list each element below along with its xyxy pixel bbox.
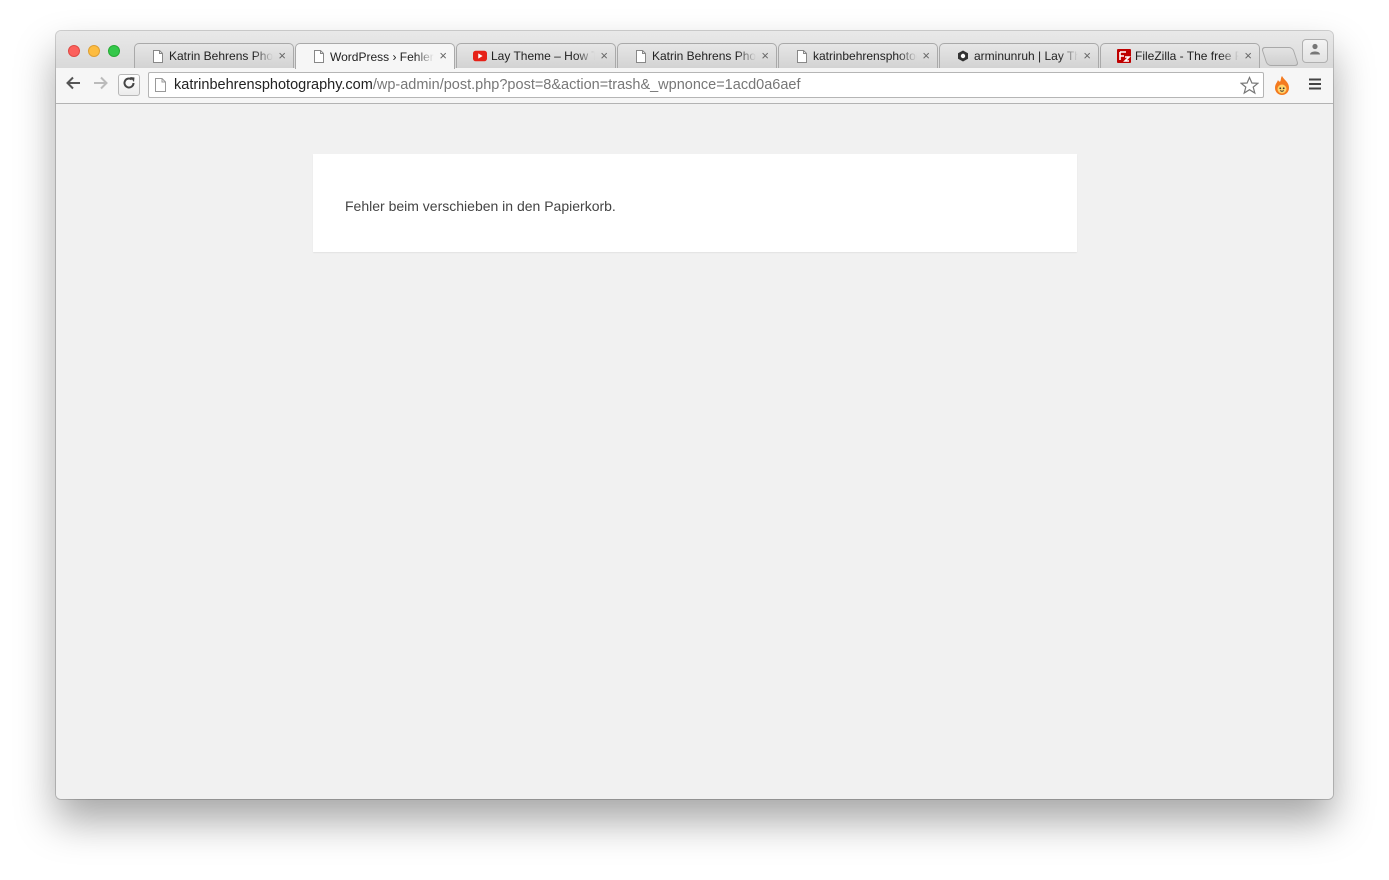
error-message: Fehler beim verschieben in den Papierkor… (345, 198, 616, 214)
tab-katrinbehrensphotography[interactable]: katrinbehrensphotog × (778, 43, 938, 68)
tab-close-icon[interactable]: × (278, 48, 286, 63)
tab-close-icon[interactable]: × (600, 48, 608, 63)
address-bar[interactable]: katrinbehrensphotography.com/wp-admin/po… (148, 72, 1264, 98)
page-info-icon[interactable] (155, 78, 166, 92)
tab-title: WordPress › Fehler (330, 49, 434, 64)
reload-button[interactable] (118, 74, 140, 96)
github-icon (956, 49, 970, 63)
person-icon (1309, 42, 1321, 60)
tab-title: arminunruh | Lay The (974, 49, 1078, 63)
youtube-icon (473, 49, 487, 63)
new-tab-button[interactable] (1260, 47, 1300, 66)
arrow-left-icon (65, 76, 81, 95)
browser-toolbar: katrinbehrensphotography.com/wp-admin/po… (56, 68, 1333, 104)
tab-arminunruh-github[interactable]: arminunruh | Lay The × (939, 43, 1099, 68)
tab-title: Lay Theme – How To (491, 49, 595, 63)
window-maximize-button[interactable] (108, 45, 120, 57)
tab-close-icon[interactable]: × (761, 48, 769, 63)
tab-close-icon[interactable]: × (1083, 48, 1091, 63)
tab-close-icon[interactable]: × (439, 48, 447, 63)
tab-katrin-behrens-1[interactable]: Katrin Behrens Photo × (134, 43, 294, 68)
tab-title: FileZilla - The free FT (1135, 49, 1239, 63)
back-button[interactable] (62, 74, 84, 96)
profile-button[interactable] (1302, 39, 1328, 63)
page-icon (151, 49, 165, 63)
reload-icon (122, 76, 136, 95)
tab-title: katrinbehrensphotog (813, 49, 917, 63)
window-minimize-button[interactable] (88, 45, 100, 57)
tab-katrin-behrens-2[interactable]: Katrin Behrens Photo × (617, 43, 777, 68)
page-icon (634, 49, 648, 63)
forward-button[interactable] (90, 74, 112, 96)
url-path: /wp-admin/post.php?post=8&action=trash&_… (372, 77, 801, 93)
hamburger-menu-icon[interactable] (1308, 77, 1322, 96)
window-close-button[interactable] (68, 45, 80, 57)
tab-close-icon[interactable]: × (1244, 48, 1252, 63)
tab-lay-theme-youtube[interactable]: Lay Theme – How To × (456, 43, 616, 68)
page-icon (795, 49, 809, 63)
extension-flame-icon[interactable] (1272, 75, 1292, 101)
tab-filezilla[interactable]: FileZilla - The free FT × (1100, 43, 1260, 68)
error-box: Fehler beim verschieben in den Papierkor… (313, 154, 1077, 252)
tab-close-icon[interactable]: × (922, 48, 930, 63)
tab-title: Katrin Behrens Photo (652, 49, 756, 63)
page-content: Fehler beim verschieben in den Papierkor… (56, 104, 1333, 799)
browser-window: Katrin Behrens Photo × WordPress › Fehle… (56, 31, 1333, 799)
url-host: katrinbehrensphotography.com (174, 77, 373, 93)
arrow-right-icon (93, 76, 109, 95)
tab-title: Katrin Behrens Photo (169, 49, 273, 63)
tab-strip: Katrin Behrens Photo × WordPress › Fehle… (56, 31, 1333, 69)
filezilla-icon (1117, 49, 1131, 63)
tab-wordpress-fehler[interactable]: WordPress › Fehler × (295, 43, 455, 69)
page-icon (312, 50, 326, 64)
bookmark-star-icon[interactable] (1239, 75, 1260, 99)
